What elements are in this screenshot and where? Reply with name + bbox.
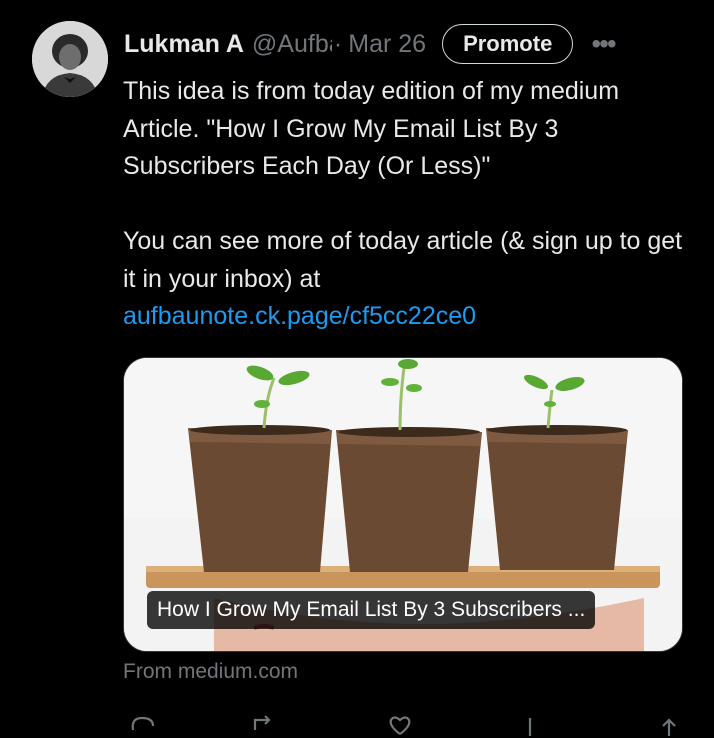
views-icon[interactable] [521, 714, 551, 738]
tweet-link[interactable]: aufbaunote.ck.page/cf5cc22ce0 [123, 302, 476, 330]
card-title[interactable]: How I Grow My Email List By 3 Subscriber… [147, 591, 596, 629]
retweet-icon[interactable] [249, 714, 279, 738]
tweet-text-paragraph-2: You can see more of today article (& sig… [123, 227, 683, 293]
tweet-header: Lukman A @Aufbaunote · Mar 26 Promote ••… [124, 24, 694, 64]
share-icon[interactable] [655, 714, 685, 738]
avatar-photo [32, 21, 108, 97]
tweet-actions-bar [123, 706, 683, 736]
tweet-date[interactable]: Mar 26 [348, 30, 426, 59]
more-options-icon[interactable]: ••• [591, 30, 616, 58]
reply-icon[interactable] [127, 714, 157, 738]
author-handle[interactable]: @Aufbaunote [252, 30, 332, 59]
like-icon[interactable] [385, 714, 415, 738]
author-name[interactable]: Lukman A [124, 30, 244, 59]
link-preview-card[interactable]: How I Grow My Email List By 3 Subscriber… [123, 357, 683, 652]
promote-button[interactable]: Promote [442, 24, 574, 64]
separator-dot: · [333, 29, 343, 58]
tweet-text-paragraph-1: This idea is from today edition of my me… [123, 77, 620, 180]
card-source[interactable]: From medium.com [123, 660, 298, 684]
tweet-body: This idea is from today edition of my me… [123, 73, 693, 336]
author-avatar[interactable] [32, 21, 108, 97]
